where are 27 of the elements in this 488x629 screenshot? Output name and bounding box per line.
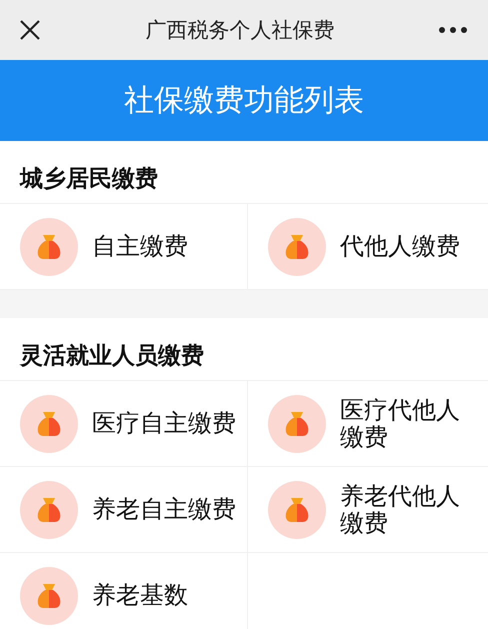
money-bag-icon	[268, 480, 326, 538]
item-label: 养老自主缴费	[92, 496, 237, 523]
item-label: 医疗代他人缴费	[340, 397, 461, 450]
money-bag-icon	[20, 394, 78, 452]
item-label: 自主缴费	[92, 233, 189, 260]
close-icon[interactable]	[18, 18, 42, 42]
money-bag-icon	[268, 394, 326, 452]
menu-item[interactable]: 医疗自主缴费	[0, 381, 248, 467]
menu-item[interactable]: 养老基数	[0, 553, 248, 629]
menu-item[interactable]: 医疗代他人缴费	[248, 381, 488, 467]
money-bag-icon	[268, 218, 326, 276]
menu-item[interactable]: 代他人缴费	[248, 204, 488, 290]
item-label: 养老代他人缴费	[340, 483, 461, 536]
item-label: 医疗自主缴费	[92, 410, 237, 437]
page-title: 广西税务个人社保费	[146, 17, 334, 44]
section-title: 城乡居民缴费	[20, 165, 158, 194]
item-label: 养老基数	[92, 582, 189, 609]
money-bag-icon	[20, 218, 78, 276]
more-icon[interactable]	[438, 26, 468, 34]
money-bag-icon	[20, 566, 78, 624]
section-title: 灵活就业人员缴费	[20, 342, 204, 371]
menu-item[interactable]: 自主缴费	[0, 204, 248, 290]
menu-item[interactable]: 养老代他人缴费	[248, 467, 488, 553]
item-label: 代他人缴费	[340, 233, 461, 260]
money-bag-icon	[20, 480, 78, 538]
banner-title: 社保缴费功能列表	[124, 82, 364, 120]
menu-item[interactable]: 养老自主缴费	[0, 467, 248, 553]
